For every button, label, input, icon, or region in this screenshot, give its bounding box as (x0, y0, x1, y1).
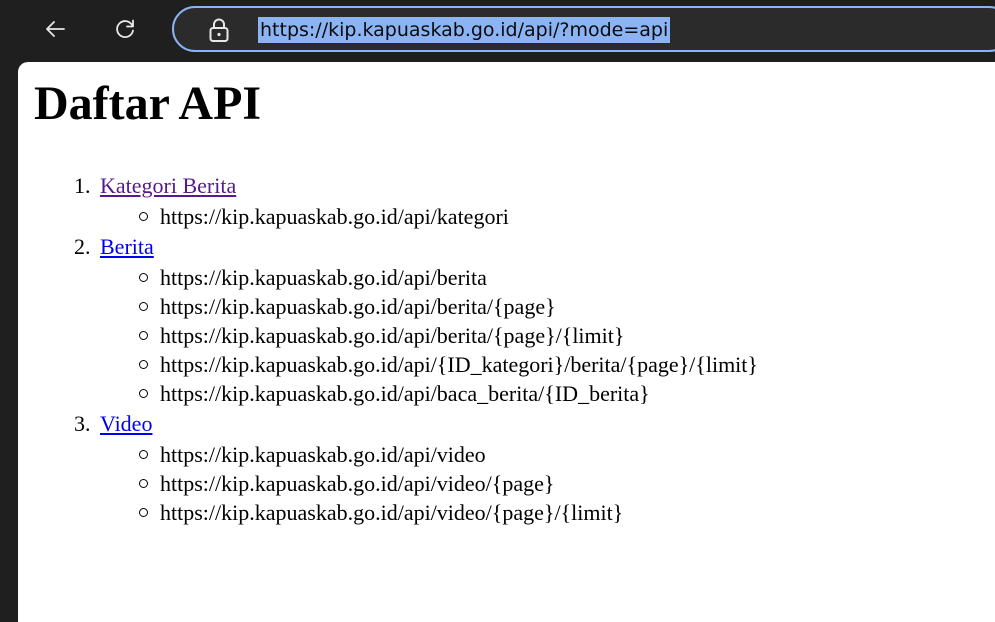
api-item-header: 1. Kategori Berita (18, 170, 758, 202)
item-number: 2. (74, 234, 91, 259)
bullet-circle-icon (139, 479, 148, 488)
back-button[interactable] (38, 12, 72, 46)
endpoint-item: https://kip.kapuaskab.go.id/api/video/{p… (18, 469, 758, 498)
api-item: 3. Video https://kip.kapuaskab.go.id/api/v… (18, 408, 758, 527)
bullet-circle-icon (139, 508, 148, 517)
endpoint-item: https://kip.kapuaskab.go.id/api/kategori (18, 202, 758, 231)
endpoint-url: https://kip.kapuaskab.go.id/api/kategori (160, 204, 509, 229)
endpoint-item: https://kip.kapuaskab.go.id/api/berita/{… (18, 292, 758, 321)
bullet-circle-icon (139, 450, 148, 459)
api-item: 1. Kategori Berita https://kip.kapuaskab.g… (18, 170, 758, 231)
browser-toolbar: https://kip.kapuaskab.go.id/api/?mode=ap… (0, 0, 995, 66)
api-category-link[interactable]: Video (100, 411, 152, 436)
endpoint-item: https://kip.kapuaskab.go.id/api/baca_ber… (18, 379, 758, 408)
endpoint-item: https://kip.kapuaskab.go.id/api/berita/{… (18, 321, 758, 350)
bullet-circle-icon (139, 389, 148, 398)
item-number: 3. (74, 411, 91, 436)
reload-icon (116, 19, 134, 38)
endpoint-item: https://kip.kapuaskab.go.id/api/berita (18, 263, 758, 292)
url-text[interactable]: https://kip.kapuaskab.go.id/api/?mode=ap… (258, 17, 671, 43)
endpoint-url: https://kip.kapuaskab.go.id/api/berita/{… (160, 323, 625, 348)
api-item-header: 3. Video (18, 408, 758, 440)
endpoint-url: https://kip.kapuaskab.go.id/api/berita/{… (160, 294, 556, 319)
reload-button[interactable] (108, 12, 142, 46)
endpoint-url: https://kip.kapuaskab.go.id/api/video/{p… (160, 500, 624, 525)
endpoint-list: https://kip.kapuaskab.go.id/api/video htt… (18, 440, 758, 527)
endpoint-item: https://kip.kapuaskab.go.id/api/{ID_kate… (18, 350, 758, 379)
bullet-circle-icon (139, 273, 148, 282)
address-bar[interactable]: https://kip.kapuaskab.go.id/api/?mode=ap… (172, 6, 995, 52)
api-list: 1. Kategori Berita https://kip.kapuaskab.g… (18, 170, 758, 527)
api-category-link[interactable]: Berita (100, 234, 154, 259)
api-category-link[interactable]: Kategori Berita (100, 173, 236, 198)
endpoint-item: https://kip.kapuaskab.go.id/api/video/{p… (18, 498, 758, 527)
bullet-circle-icon (139, 331, 148, 340)
web-page: Daftar API 1. Kategori Berita https://kip.… (18, 62, 995, 622)
endpoint-list: https://kip.kapuaskab.go.id/api/kategori (18, 202, 758, 231)
api-item: 2. Berita https://kip.kapuaskab.go.id/api/… (18, 231, 758, 408)
endpoint-url: https://kip.kapuaskab.go.id/api/video/{p… (160, 471, 555, 496)
api-item-header: 2. Berita (18, 231, 758, 263)
bullet-circle-icon (139, 302, 148, 311)
bullet-circle-icon (139, 212, 148, 221)
endpoint-url: https://kip.kapuaskab.go.id/api/baca_ber… (160, 381, 650, 406)
endpoint-url: https://kip.kapuaskab.go.id/api/video (160, 442, 486, 467)
arrow-left-icon (46, 21, 65, 37)
lock-icon[interactable] (206, 16, 232, 44)
page-title: Daftar API (34, 77, 262, 130)
endpoint-list: https://kip.kapuaskab.go.id/api/berita ht… (18, 263, 758, 408)
endpoint-url: https://kip.kapuaskab.go.id/api/{ID_kate… (160, 352, 758, 377)
item-number: 1. (74, 173, 91, 198)
bullet-circle-icon (139, 360, 148, 369)
endpoint-item: https://kip.kapuaskab.go.id/api/video (18, 440, 758, 469)
endpoint-url: https://kip.kapuaskab.go.id/api/berita (160, 265, 487, 290)
